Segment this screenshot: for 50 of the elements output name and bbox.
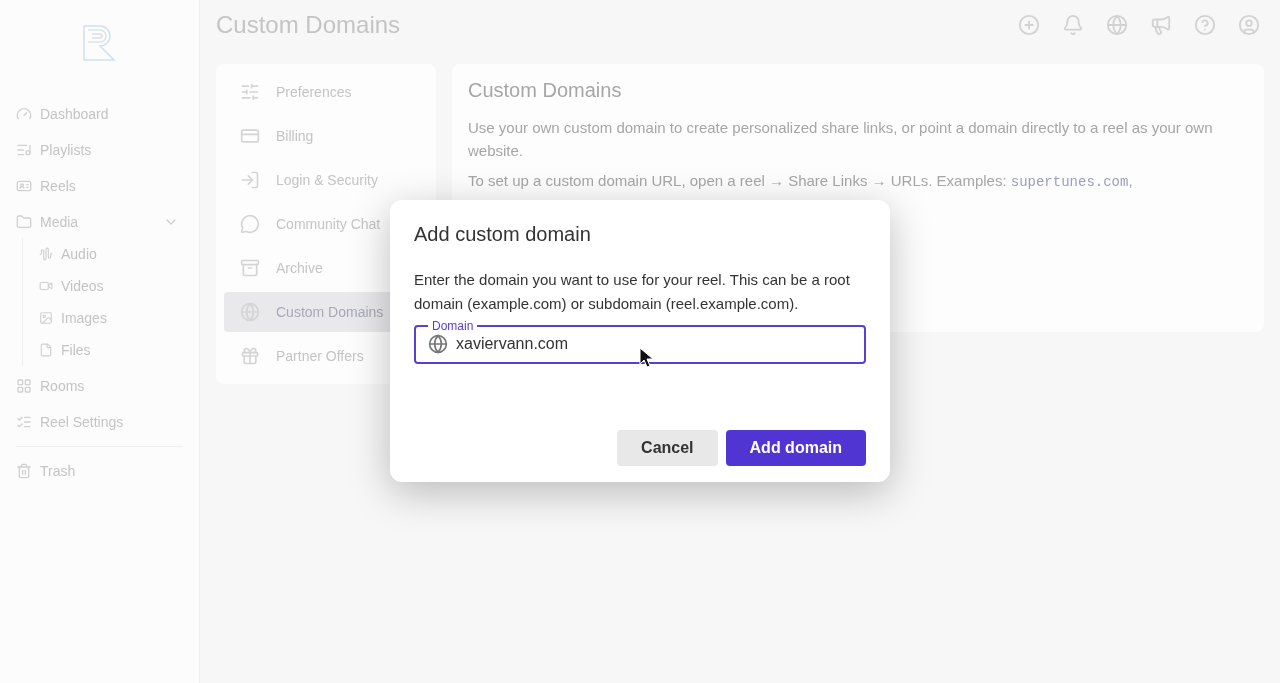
sidebar-item[interactable]: Reel Settings [16, 412, 124, 432]
waveform-icon [39, 247, 53, 261]
grid-icon [16, 378, 32, 394]
sidebar-item[interactable]: Audio [39, 244, 97, 264]
playlist-icon [16, 142, 32, 158]
card-title: Custom Domains [468, 78, 623, 103]
folder-icon [16, 214, 32, 230]
globe-icon[interactable] [1106, 14, 1128, 36]
cancel-button[interactable]: Cancel [617, 430, 718, 466]
dialog-title: Add custom domain [414, 222, 592, 247]
sidebar-item[interactable]: Dashboard [16, 104, 109, 124]
setup-instructions: To set up a custom domain URL, open a reel → Share Links → URLs. Examples: supertunes.com, [468, 171, 1134, 192]
field-label: Domain [431, 320, 475, 332]
add-icon[interactable] [1018, 14, 1040, 36]
globe-icon [428, 334, 448, 354]
sidebar-item[interactable]: Files [39, 340, 91, 360]
mouse-pointer-icon [639, 347, 655, 369]
card-description: Use your own custom domain to create personalized share links, or point a domain directly to a reel as your own website. [468, 118, 1214, 161]
gauge-icon [16, 106, 32, 122]
add-domain-button[interactable]: Add domain [725, 430, 866, 466]
sidebar-item[interactable]: Playlists [16, 140, 92, 160]
card-icon [16, 178, 32, 194]
chat-icon [240, 214, 260, 234]
sidebar-item[interactable]: Reels [16, 176, 76, 196]
gift-icon [240, 346, 260, 366]
sidebar-item[interactable]: Rooms [16, 376, 85, 396]
megaphone-icon[interactable] [1150, 14, 1172, 36]
sidebar-item[interactable]: Trash [16, 461, 76, 481]
user-icon[interactable] [1238, 14, 1260, 36]
sliders-icon [240, 82, 260, 102]
video-icon [39, 279, 53, 293]
sidebar-item[interactable]: Videos [39, 276, 104, 296]
domain-input[interactable]: xaviervann.com [456, 332, 852, 356]
login-icon [240, 170, 260, 190]
settings-nav-item[interactable]: Preferences [224, 72, 428, 112]
globe-icon [240, 302, 260, 322]
settings-nav-item[interactable]: Login & Security [224, 160, 428, 200]
trash-icon [16, 463, 32, 479]
bell-icon[interactable] [1062, 14, 1084, 36]
image-icon [39, 311, 53, 325]
help-icon[interactable] [1194, 14, 1216, 36]
sidebar-item[interactable]: Images [39, 308, 107, 328]
settings-nav-item[interactable]: Billing [224, 116, 428, 156]
sidebar-item[interactable]: Media [16, 212, 79, 232]
file-icon [39, 343, 53, 357]
checklist-icon [16, 414, 32, 430]
logo-icon [82, 24, 118, 62]
domain-field[interactable]: Domain xaviervann.com [414, 320, 866, 364]
credit-card-icon [240, 126, 260, 146]
archive-icon [240, 258, 260, 278]
